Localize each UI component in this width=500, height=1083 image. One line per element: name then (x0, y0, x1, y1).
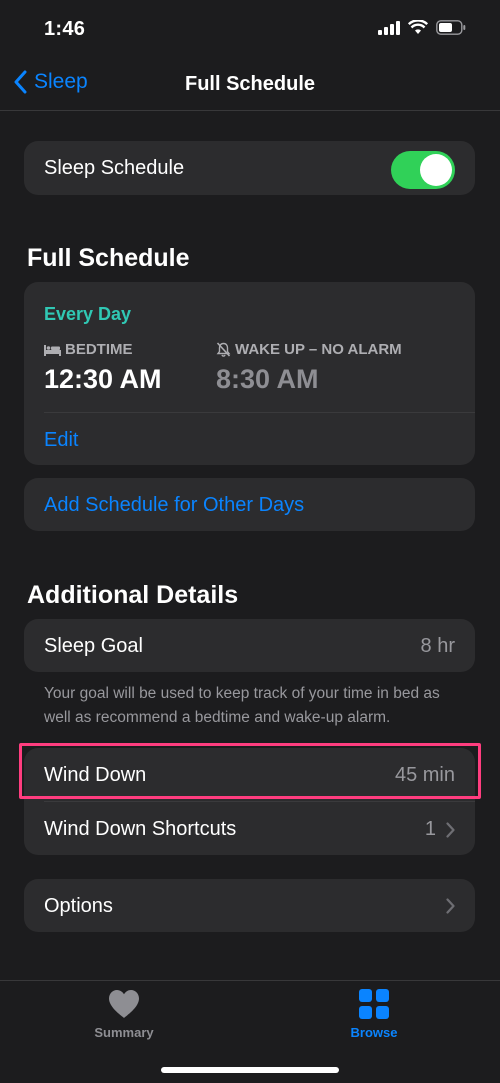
full-schedule-heading: Full Schedule (27, 244, 190, 272)
sleep-schedule-row: Sleep Schedule (24, 141, 475, 195)
options-row[interactable]: Options (24, 879, 475, 932)
status-time: 1:46 (44, 18, 86, 40)
wake-value: 8:30 AM (216, 364, 319, 394)
schedule-divider (44, 412, 475, 413)
status-icons (378, 20, 466, 35)
wind-down-shortcuts-value-group: 1 (425, 818, 455, 841)
tab-bar: Summary Browse (0, 980, 500, 1083)
page-title: Full Schedule (184, 73, 316, 95)
battery-icon (436, 20, 466, 35)
options-label: Options (44, 895, 113, 917)
wind-down-shortcuts-value: 1 (424, 818, 436, 840)
cellular-signal-icon (378, 20, 400, 35)
chevron-right-icon (446, 821, 455, 838)
wake-label-group: WAKE UP – NO ALARM (216, 341, 402, 358)
sleep-goal-footnote: Your goal will be used to keep track of … (44, 685, 440, 726)
wake-label: WAKE UP – NO ALARM (235, 341, 402, 358)
additional-details-heading: Additional Details (27, 581, 239, 609)
bed-icon (44, 344, 61, 356)
bedtime-label-group: BEDTIME (44, 341, 133, 358)
chevron-right-icon (446, 898, 455, 914)
add-schedule-button[interactable]: Add Schedule for Other Days (44, 494, 304, 517)
highlight-annotation (19, 743, 481, 799)
sleep-schedule-label: Sleep Schedule (44, 157, 185, 179)
navigation-bar: Sleep Full Schedule (0, 60, 500, 111)
edit-schedule-button[interactable]: Edit (44, 429, 78, 452)
add-schedule-row[interactable]: Add Schedule for Other Days (24, 478, 475, 531)
wifi-icon (408, 20, 428, 34)
options-chevron-wrap (446, 897, 455, 920)
sleep-schedule-toggle[interactable] (391, 151, 455, 189)
tab-browse[interactable]: Browse (314, 989, 434, 1040)
tab-browse-label: Browse (350, 1025, 398, 1040)
schedule-days: Every Day (44, 304, 132, 324)
bedtime-value: 12:30 AM (44, 364, 162, 394)
bell-slash-icon (216, 342, 231, 357)
sleep-goal-row[interactable]: Sleep Goal 8 hr (24, 619, 475, 672)
toggle-knob (420, 154, 452, 186)
sleep-goal-label: Sleep Goal (44, 635, 143, 657)
tab-summary[interactable]: Summary (64, 989, 184, 1040)
grid-icon (359, 989, 389, 1019)
status-bar: 1:46 (0, 0, 500, 60)
wind-down-shortcuts-label: Wind Down Shortcuts (44, 818, 237, 840)
heart-icon (109, 990, 139, 1018)
wind-down-shortcuts-row[interactable]: Wind Down Shortcuts 1 (24, 802, 475, 855)
home-indicator (161, 1067, 339, 1073)
sleep-goal-value: 8 hr (420, 635, 455, 657)
bedtime-label: BEDTIME (65, 341, 133, 358)
schedule-card: Every Day BEDTIME 12:30 AM WAKE UP – NO … (24, 282, 475, 465)
tab-summary-label: Summary (94, 1025, 154, 1040)
